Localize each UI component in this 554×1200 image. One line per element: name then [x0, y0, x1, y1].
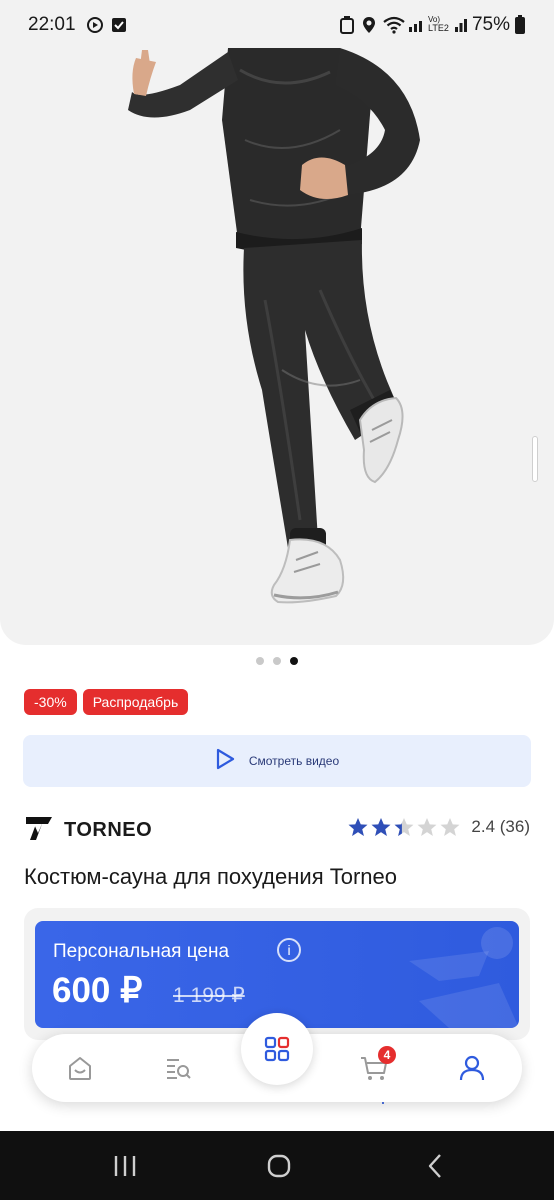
personal-price-label: Персональная цена: [53, 941, 230, 962]
star-icon: [348, 818, 368, 836]
current-price: 600 ₽: [52, 971, 143, 1010]
home-icon: [69, 1057, 91, 1080]
status-bar: 22:01 Vo) LTE2 75%: [0, 0, 554, 48]
star-icon: [417, 818, 437, 836]
battery-percent: 75%: [471, 14, 510, 35]
product-image-gallery[interactable]: [0, 0, 554, 645]
runner-decoration-icon: [409, 927, 519, 1028]
star-icon: [394, 818, 414, 836]
old-price: 1 199 ₽: [173, 984, 245, 1007]
cart-count-badge: 4: [378, 1046, 396, 1064]
gallery-dot-active[interactable]: [290, 657, 298, 665]
sync-icon: [86, 15, 104, 35]
checkbox-notification-icon: [111, 15, 127, 35]
torneo-logo: [24, 815, 54, 846]
product-photo: [128, 0, 420, 604]
home-circle-icon[interactable]: [264, 1152, 294, 1180]
personal-price-card[interactable]: Персональная цена i 600 ₽ 1 199 ₽: [35, 921, 519, 1028]
play-icon: [215, 748, 235, 775]
product-rating[interactable]: 2.4 (36): [347, 817, 530, 837]
watch-video-button[interactable]: Смотреть видео: [23, 735, 531, 787]
product-title: Костюм-сауна для похудения Torneo: [24, 864, 397, 889]
recycle-icon: [340, 15, 354, 35]
volte-icon: Vo) LTE2: [428, 15, 449, 33]
info-icon[interactable]: i: [277, 938, 301, 962]
wifi-icon: [382, 15, 406, 35]
nav-profile[interactable]: [456, 1052, 488, 1084]
nav-cart[interactable]: 4: [358, 1046, 396, 1084]
network-label: LTE2: [428, 23, 449, 33]
scroll-indicator[interactable]: [532, 436, 538, 482]
recent-apps-icon[interactable]: [110, 1152, 140, 1180]
rating-stars: [347, 817, 461, 837]
battery-icon: [514, 15, 526, 35]
nav-home[interactable]: [64, 1052, 96, 1084]
brand-link[interactable]: TORNEO: [24, 815, 152, 846]
signal-icon: [408, 15, 426, 35]
brand-name: TORNEO: [64, 819, 153, 841]
status-time: 22:01: [28, 14, 76, 35]
promo-badges: -30% Распродабрь: [24, 689, 189, 715]
star-icon: [371, 818, 391, 836]
gallery-dot[interactable]: [256, 657, 264, 665]
catalog-search-icon: [167, 1059, 191, 1079]
watch-video-label: Смотреть видео: [248, 754, 340, 768]
star-icon: [440, 818, 460, 836]
nav-menu-button[interactable]: [241, 1013, 313, 1085]
location-icon: [362, 15, 376, 35]
nav-catalog-search[interactable]: [162, 1052, 194, 1084]
android-navigation-bar: [0, 1131, 554, 1200]
signal-icon-2: [454, 15, 468, 35]
discount-badge: -30%: [24, 689, 77, 715]
grid-icon: [264, 1036, 290, 1062]
rating-text: 2.4 (36): [471, 817, 530, 836]
back-icon[interactable]: [420, 1152, 450, 1180]
sale-badge: Распродабрь: [82, 689, 189, 715]
profile-icon: [459, 1055, 485, 1081]
gallery-pagination: [0, 657, 554, 665]
gallery-dot[interactable]: [273, 657, 281, 665]
